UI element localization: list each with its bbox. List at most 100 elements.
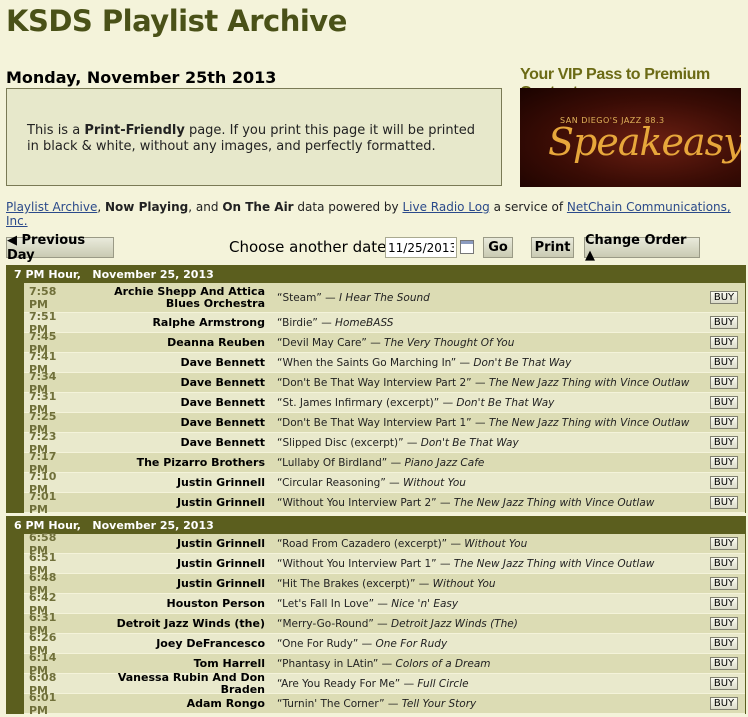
song-title: “Turnin' The Corner” (277, 697, 385, 710)
track-artist: Justin Grinnell (176, 556, 265, 570)
buy-button[interactable]: BUY (710, 316, 738, 329)
track-row: 6:08 PM Vanessa Rubin And Don Braden “Are … (24, 671, 745, 697)
song-sep: — (439, 396, 457, 409)
song-sep: — (415, 577, 433, 590)
track-list: 7:58 PM Archie Shepp And Attica Blues Orc… (6, 283, 746, 516)
buy-button[interactable]: BUY (710, 597, 738, 610)
track-song: “Don't Be That Way Interview Part 2” — T… (277, 377, 710, 389)
track-artist: Joey DeFrancesco (156, 636, 265, 650)
song-sep: — (387, 456, 405, 469)
buy-button[interactable]: BUY (710, 677, 738, 690)
now-playing-text: Now Playing (105, 200, 189, 214)
live-radio-log-link[interactable]: Live Radio Log (402, 200, 489, 214)
on-the-air-text: On The Air (222, 200, 294, 214)
track-artist: Archie Shepp And Attica Blues Orchestra (114, 284, 265, 310)
buy-button[interactable]: BUY (710, 657, 738, 670)
previous-day-button[interactable]: ◀ Previous Day (6, 233, 114, 263)
track-row: 7:23 PM Dave Bennett “Slipped Disc (excerp… (24, 430, 745, 456)
track-row: 7:17 PM The Pizarro Brothers “Lullaby Of B… (24, 450, 745, 476)
album-title: Colors of a Dream (395, 657, 491, 670)
buy-button[interactable]: BUY (710, 396, 738, 409)
change-order-button[interactable]: Change Order ▲ (584, 233, 700, 263)
promo-banner[interactable]: SAN DIEGO'S JAZZ 88.3 Speakeasy (520, 88, 741, 187)
buy-button[interactable]: BUY (710, 436, 738, 449)
song-title: “Without You Interview Part 2” (277, 496, 437, 509)
buy-button[interactable]: BUY (710, 697, 738, 710)
buy-button[interactable]: BUY (710, 416, 738, 429)
buy-button[interactable]: BUY (710, 496, 738, 509)
album-title: Tell Your Story (401, 697, 477, 710)
track-row: 6:26 PM Joey DeFrancesco “One For Rudy” — … (24, 631, 745, 657)
buy-button[interactable]: BUY (710, 456, 738, 469)
buy-button[interactable]: BUY (710, 577, 738, 590)
song-sep: — (471, 416, 489, 429)
track-artist: Deanna Reuben (167, 335, 265, 349)
track-artist: The Pizarro Brothers (136, 455, 265, 469)
print-button[interactable]: Print (531, 237, 574, 258)
buy-button[interactable]: BUY (710, 476, 738, 489)
track-artist: Adam Rongo (186, 696, 265, 710)
track-song: “Merry-Go-Round” — Detroit Jazz Winds (T… (277, 618, 710, 630)
song-sep: — (358, 637, 376, 650)
track-artist: Tom Harrell (193, 656, 265, 670)
track-row: 7:01 PM Justin Grinnell “Without You Inter… (24, 490, 745, 516)
album-title: Nice 'n' Easy (391, 597, 459, 610)
calendar-icon[interactable] (460, 240, 474, 254)
album-title: The New Jazz Thing with Vince Outlaw (488, 376, 690, 389)
credit-mid2: a service of (489, 200, 567, 214)
song-title: “Merry-Go-Round” (277, 617, 374, 630)
track-artist: Justin Grinnell (176, 475, 265, 489)
hour-header: 6 PM Hour, November 25, 2013 (6, 516, 746, 534)
track-time: 6:01 PM (29, 690, 57, 717)
track-song: “Without You Interview Part 2” — The New… (277, 497, 710, 509)
track-list: 6:58 PM Justin Grinnell “Road From Cazader… (6, 531, 746, 717)
go-button[interactable]: Go (483, 237, 513, 258)
song-sep: — (373, 617, 392, 630)
playlist-archive-link[interactable]: Playlist Archive (6, 200, 97, 214)
print-notice: This is a Print-Friendly page. If you pr… (6, 88, 502, 186)
buy-button[interactable]: BUY (710, 637, 738, 650)
track-song: “Are You Ready For Me” — Full Circle (277, 678, 710, 690)
song-title: “Don't Be That Way Interview Part 2” (277, 376, 472, 389)
album-title: The New Jazz Thing with Vince Outlaw (488, 416, 690, 429)
site-title: KSDS Playlist Archive (6, 4, 347, 38)
track-artist: Dave Bennett (180, 415, 266, 429)
track-row: 7:58 PM Archie Shepp And Attica Blues Orc… (24, 283, 745, 313)
track-row: 6:42 PM Houston Person “Let's Fall In Love… (24, 591, 745, 617)
track-row: 7:45 PM Deanna Reuben “Devil May Care” — T… (24, 330, 745, 356)
track-artist: Dave Bennett (180, 435, 266, 449)
album-title: The Very Thought Of You (384, 336, 515, 349)
track-song: “One For Rudy” — One For Rudy (277, 638, 710, 650)
buy-button[interactable]: BUY (710, 336, 738, 349)
song-title: “Without You Interview Part 1” (277, 557, 437, 570)
song-title: “When the Saints Go Marching In” (277, 356, 457, 369)
album-title: Without You (432, 577, 496, 590)
track-row: 6:01 PM Adam Rongo “Turnin' The Corner” — … (24, 690, 745, 717)
track-song: “When the Saints Go Marching In” — Don't… (277, 357, 710, 369)
song-sep: — (385, 476, 403, 489)
song-sep: — (447, 537, 465, 550)
credit-sep2: , and (188, 200, 223, 214)
buy-button[interactable]: BUY (710, 617, 738, 630)
buy-button[interactable]: BUY (710, 557, 738, 570)
buy-button[interactable]: BUY (710, 376, 738, 389)
album-title: I Hear The Sound (338, 291, 430, 304)
song-title: “St. James Infirmary (excerpt)” (277, 396, 440, 409)
album-title: The New Jazz Thing with Vince Outlaw (453, 557, 655, 570)
date-input[interactable] (385, 237, 457, 258)
song-sep: — (378, 657, 396, 670)
song-title: “Let's Fall In Love” (277, 597, 375, 610)
buy-button[interactable]: BUY (710, 291, 738, 304)
track-artist: Dave Bennett (180, 395, 266, 409)
song-title: “Circular Reasoning” (277, 476, 386, 489)
album-title: Detroit Jazz Winds (The) (391, 617, 518, 630)
track-row: 7:25 PM Dave Bennett “Don't Be That Way In… (24, 410, 745, 436)
song-sep: — (436, 557, 454, 570)
track-song: “St. James Infirmary (excerpt)” — Don't … (277, 397, 710, 409)
credit-line: Playlist Archive, Now Playing, and On Th… (6, 200, 748, 228)
buy-button[interactable]: BUY (710, 356, 738, 369)
track-song: “Phantasy in LAtin” — Colors of a Dream (277, 658, 710, 670)
buy-button[interactable]: BUY (710, 537, 738, 550)
date-heading: Monday, November 25th 2013 (6, 68, 277, 87)
track-artist: Ralphe Armstrong (152, 315, 265, 329)
